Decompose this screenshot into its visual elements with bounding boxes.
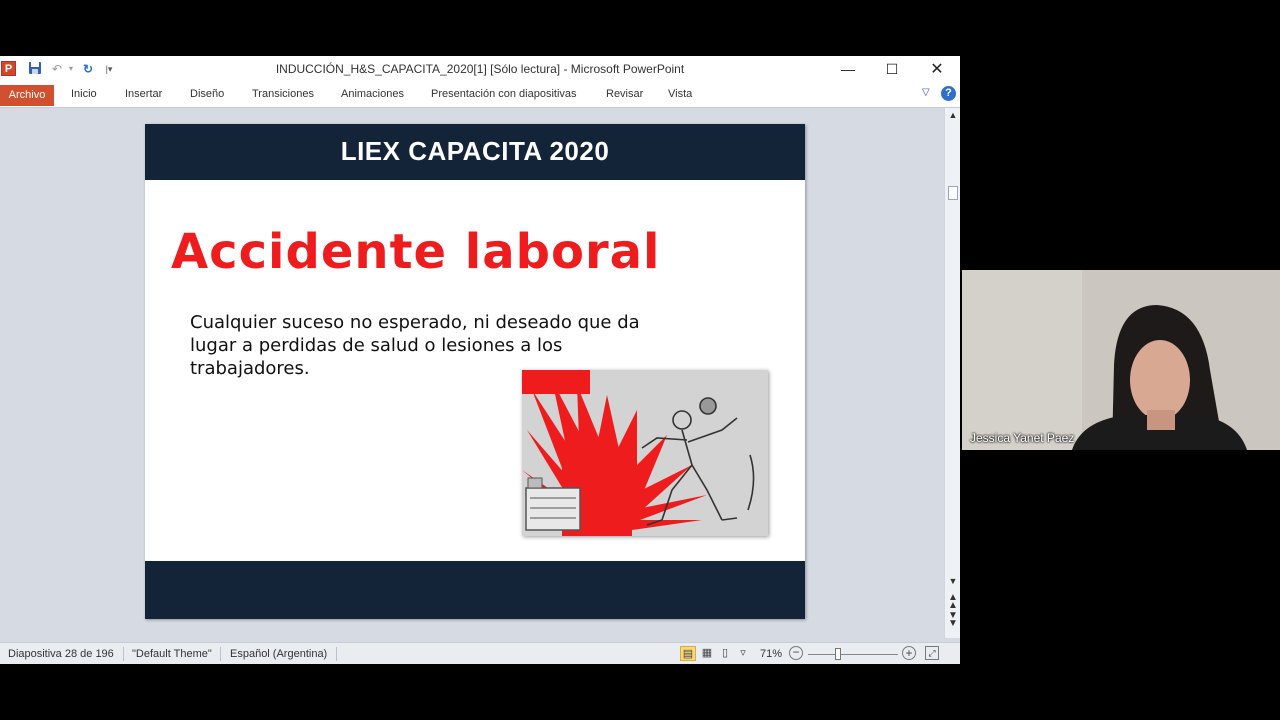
close-icon[interactable]: ✕	[915, 56, 959, 83]
slide-canvas[interactable]: LIEX CAPACITA 2020 Accidente laboral Cua…	[145, 124, 805, 619]
window-title: INDUCCIÓN_H&S_CAPACITA_2020[1] [Sólo lec…	[275, 62, 685, 76]
zoom-slider-thumb[interactable]	[835, 648, 841, 660]
minimize-icon[interactable]: —	[826, 56, 870, 83]
maximize-icon[interactable]: ☐	[870, 56, 914, 83]
zoom-out-icon[interactable]: −	[789, 646, 803, 660]
zoom-level[interactable]: 71%	[760, 648, 782, 660]
next-slide-icon[interactable]: ▼ ▼	[945, 611, 960, 629]
tab-revisar[interactable]: Revisar	[606, 88, 643, 100]
status-divider	[220, 647, 221, 661]
help-icon[interactable]: ?	[941, 86, 956, 101]
minimize-ribbon-icon[interactable]: ▽	[922, 87, 930, 98]
language[interactable]: Español (Argentina)	[230, 648, 327, 660]
title-bar: P ↶ ▾ ↻ |▾ INDUCCIÓN_H&S_CAPACITA_2020[1…	[0, 56, 960, 83]
participant-name: Jessica Yanet Paez	[970, 431, 1075, 445]
slide-heading: Accidente laboral	[171, 224, 661, 280]
scroll-thumb[interactable]	[948, 186, 958, 200]
powerpoint-window: P ↶ ▾ ↻ |▾ INDUCCIÓN_H&S_CAPACITA_2020[1…	[0, 56, 960, 664]
slide-title: LIEX CAPACITA 2020	[340, 136, 610, 166]
tab-presentacion[interactable]: Presentación con diapositivas	[431, 88, 577, 100]
tab-transiciones[interactable]: Transiciones	[252, 88, 314, 100]
accident-illustration	[522, 370, 768, 536]
ribbon-tabs: Archivo Inicio Insertar Diseño Transicio…	[0, 83, 960, 108]
tab-archivo[interactable]: Archivo	[0, 85, 54, 106]
status-divider	[336, 647, 337, 661]
tab-animaciones[interactable]: Animaciones	[341, 88, 404, 100]
normal-view-icon[interactable]: ▤	[680, 646, 696, 661]
zoom-slider-track[interactable]	[808, 654, 898, 655]
reading-view-icon[interactable]: ▯	[717, 646, 733, 661]
slideshow-icon[interactable]: ▿	[735, 646, 751, 661]
scroll-up-icon[interactable]: ▲	[945, 110, 960, 120]
vertical-scrollbar[interactable]: ▲ ▼ ▲ ▲ ▼ ▼	[944, 108, 960, 638]
status-bar: Diapositiva 28 de 196 "Default Theme" Es…	[0, 642, 960, 664]
slide-sorter-icon[interactable]: ▦	[699, 646, 715, 661]
slide-counter: Diapositiva 28 de 196	[8, 648, 114, 660]
status-divider	[123, 647, 124, 661]
fit-to-window-icon[interactable]: ⤢	[925, 646, 939, 660]
participant-video[interactable]: Jessica Yanet Paez	[962, 270, 1280, 450]
tab-insertar[interactable]: Insertar	[125, 88, 162, 100]
zoom-in-icon[interactable]: +	[902, 646, 916, 660]
tab-diseno[interactable]: Diseño	[190, 88, 224, 100]
slide-footer-band	[145, 561, 805, 619]
theme-name[interactable]: "Default Theme"	[132, 648, 212, 660]
scroll-down-icon[interactable]: ▼	[945, 576, 960, 586]
previous-slide-icon[interactable]: ▲ ▲	[945, 593, 960, 611]
tab-vista[interactable]: Vista	[668, 88, 692, 100]
tab-inicio[interactable]: Inicio	[71, 88, 97, 100]
